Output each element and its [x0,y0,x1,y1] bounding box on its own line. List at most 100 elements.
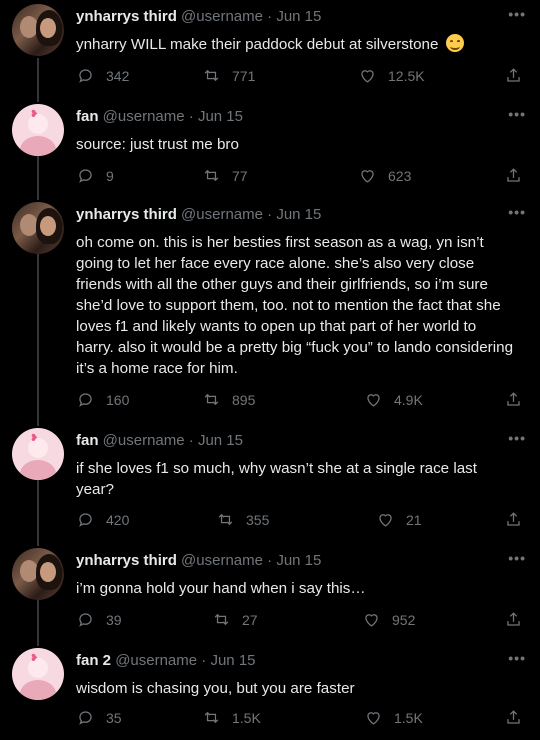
reply-count: 420 [106,511,130,528]
retweet-icon [204,169,219,182]
username-handle[interactable]: @username [103,108,185,125]
heart-icon [361,170,374,183]
retweet-icon [204,393,219,406]
display-name[interactable]: ynharrys third [76,8,177,25]
reply-button[interactable]: 342 [76,66,129,85]
tweet-date[interactable]: Jun 15 [276,8,321,25]
avatar[interactable]: ❥ [12,428,64,480]
reply-icon [79,169,92,183]
retweet-button[interactable]: 27 [212,610,258,629]
retweet-button[interactable]: 1.5K [202,708,261,727]
display-name[interactable]: ynharrys third [76,206,177,223]
tweet-header: fan @username · Jun 15 [76,432,243,449]
reply-count: 35 [106,709,122,726]
reply-button[interactable]: 420 [76,510,129,529]
tweet[interactable]: ❥ fan @username · Jun 15 ••• source: jus… [0,100,540,200]
display-name[interactable]: fan [76,108,99,125]
share-button[interactable] [504,390,523,409]
display-name[interactable]: fan 2 [76,652,111,669]
more-options-icon[interactable]: ••• [508,550,526,566]
reply-button[interactable]: 160 [76,390,129,409]
relieved-face-emoji-icon [445,34,464,52]
retweet-button[interactable]: 895 [202,390,255,409]
separator-dot: · [188,432,194,449]
reply-button[interactable]: 39 [76,610,122,629]
like-button[interactable]: 952 [362,610,415,629]
share-button[interactable] [504,66,523,85]
tweet-header: fan 2 @username · Jun 15 [76,652,256,669]
share-icon [507,512,520,526]
more-options-icon[interactable]: ••• [508,430,526,446]
reply-icon [79,393,92,407]
tweet-date[interactable]: Jun 15 [198,432,243,449]
retweet-icon [218,513,233,526]
like-button[interactable]: 623 [358,166,411,185]
tweet-text: oh come on. this is her besties first se… [76,234,514,377]
reply-icon [79,711,92,725]
reply-icon [79,613,92,627]
tweet[interactable]: ynharrys third @username · Jun 15 ••• oh… [0,198,540,426]
avatar[interactable]: ❥ [12,104,64,156]
share-icon [507,168,520,182]
tweet-header: ynharrys third @username · Jun 15 [76,552,321,569]
tweet-text: wisdom is chasing you, but you are faste… [76,680,355,697]
like-count: 4.9K [394,391,423,408]
retweet-count: 771 [232,67,256,84]
retweet-button[interactable]: 771 [202,66,255,85]
more-options-icon[interactable]: ••• [508,204,526,220]
tweet-date[interactable]: Jun 15 [198,108,243,125]
heart-icon [367,712,380,725]
tweet-text: if she loves f1 so much, why wasn’t she … [76,460,477,498]
reply-button[interactable]: 35 [76,708,122,727]
tweet-date[interactable]: Jun 15 [276,206,321,223]
retweet-button[interactable]: 77 [202,166,248,185]
retweet-button[interactable]: 355 [216,510,269,529]
separator-dot: · [267,8,273,25]
tweet[interactable]: ynharrys third @username · Jun 15 ••• i’… [0,544,540,644]
like-count: 623 [388,167,412,184]
tweet-date[interactable]: Jun 15 [276,552,321,569]
tweet-actions: 39 27 952 [76,610,522,632]
username-handle[interactable]: @username [181,206,263,223]
avatar[interactable] [12,4,64,56]
share-button[interactable] [504,610,523,629]
heart-icon [365,614,378,627]
reply-icon [79,513,92,527]
retweet-count: 27 [242,611,258,628]
retweet-icon [214,613,229,626]
avatar[interactable] [12,202,64,254]
tweet-actions: 160 895 4.9K [76,390,522,412]
username-handle[interactable]: @username [103,432,185,449]
more-options-icon[interactable]: ••• [508,106,526,122]
tweet[interactable]: ynharrys third @username · Jun 15 ••• yn… [0,0,540,100]
share-icon [507,612,520,626]
reply-button[interactable]: 9 [76,166,114,185]
tweet-text: source: just trust me bro [76,136,239,153]
tweet-actions: 342 771 12.5K [76,66,522,88]
more-options-icon[interactable]: ••• [508,650,526,666]
like-button[interactable]: 12.5K [358,66,425,85]
share-button[interactable] [504,166,523,185]
like-button[interactable]: 1.5K [364,708,423,727]
bow-icon: ❥ [30,109,39,120]
display-name[interactable]: ynharrys third [76,552,177,569]
avatar[interactable] [12,548,64,600]
share-button[interactable] [504,708,523,727]
bow-icon: ❥ [30,653,39,664]
tweet-date[interactable]: Jun 15 [210,652,255,669]
username-handle[interactable]: @username [181,8,263,25]
reply-count: 160 [106,391,130,408]
tweet[interactable]: ❥ fan @username · Jun 15 ••• if she love… [0,424,540,544]
heart-icon [367,394,380,407]
like-button[interactable]: 21 [376,510,422,529]
like-button[interactable]: 4.9K [364,390,423,409]
username-handle[interactable]: @username [115,652,197,669]
share-button[interactable] [504,510,523,529]
avatar[interactable]: ❥ [12,648,64,700]
separator-dot: · [188,108,194,125]
more-options-icon[interactable]: ••• [508,6,526,22]
tweet[interactable]: ❥ fan 2 @username · Jun 15 ••• wisdom is… [0,644,540,740]
display-name[interactable]: fan [76,432,99,449]
username-handle[interactable]: @username [181,552,263,569]
share-icon [507,68,520,82]
